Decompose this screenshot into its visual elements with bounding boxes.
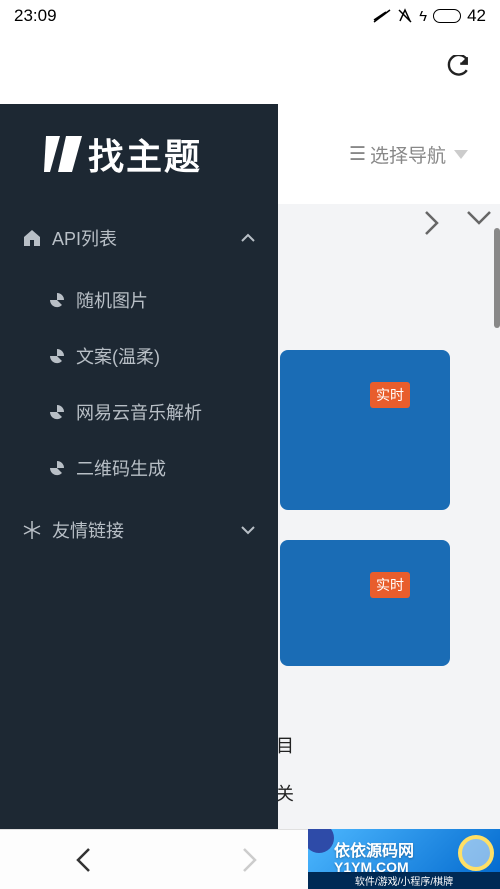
logo-text: 找主题 (88, 128, 202, 180)
menu-label: API列表 (52, 225, 230, 251)
ad-decoration (308, 829, 334, 853)
forward-button[interactable] (230, 840, 270, 880)
partial-text: 目 (276, 732, 294, 758)
chevron-down-icon (240, 522, 256, 538)
scrollbar-thumb[interactable] (494, 228, 500, 328)
status-time: 23:09 (14, 6, 57, 26)
status-bar: 23:09 ϟ 42 (0, 0, 500, 32)
nav-select-label[interactable]: 选择导航 (370, 141, 446, 168)
no-sim-icon (397, 8, 413, 24)
sidebar-subitem-netease-music[interactable]: 网易云音乐解析 (0, 384, 278, 440)
home-icon (22, 228, 42, 248)
sidebar-item-friendly-links[interactable]: 友情链接 (0, 496, 278, 564)
battery-icon (433, 9, 461, 23)
chevron-right-icon[interactable] (424, 210, 440, 236)
charging-icon: ϟ (419, 8, 427, 25)
magnifier-icon (458, 835, 494, 871)
refresh-icon[interactable] (444, 55, 470, 81)
realtime-badge: 实时 (370, 382, 410, 408)
submenu-label: 随机图片 (76, 287, 148, 313)
sidebar-item-api-list[interactable]: API列表 (0, 204, 278, 272)
sidebar: 找主题 API列表 随机图片 文案(温柔) 网易云音乐解析 二维码生成 友情链接 (0, 104, 278, 829)
partial-text: 关 (276, 780, 294, 806)
content-card[interactable]: 实时 (280, 540, 450, 666)
dashboard-icon (48, 459, 66, 477)
chevron-down-icon[interactable] (466, 210, 492, 226)
sidebar-subitem-random-image[interactable]: 随机图片 (0, 272, 278, 328)
dashboard-icon (48, 291, 66, 309)
menu-label: 友情链接 (52, 517, 230, 543)
submenu-label: 网易云音乐解析 (76, 399, 202, 425)
dashboard-icon (48, 347, 66, 365)
ad-url: Y1YM.COM (334, 860, 414, 875)
ad-banner[interactable]: 依依源码网 Y1YM.COM 软件/游戏/小程序/棋牌 (308, 829, 500, 889)
sidebar-logo[interactable]: 找主题 (0, 104, 278, 204)
realtime-badge: 实时 (370, 572, 410, 598)
dashboard-icon (48, 403, 66, 421)
logo-icon (40, 130, 88, 178)
signal-icon (373, 9, 391, 23)
snowflake-icon (22, 520, 42, 540)
submenu-label: 二维码生成 (76, 455, 166, 481)
ad-text: 依依源码网 Y1YM.COM (334, 843, 414, 876)
battery-level: 42 (467, 6, 486, 26)
submenu-label: 文案(温柔) (76, 343, 160, 369)
browser-toolbar (0, 32, 500, 104)
chevron-down-icon (454, 150, 468, 159)
content-card[interactable]: 实时 (280, 350, 450, 510)
ad-title: 依依源码网 (334, 843, 414, 861)
chevron-up-icon (240, 230, 256, 246)
list-icon: ☰ (349, 143, 366, 166)
sidebar-subitem-qrcode[interactable]: 二维码生成 (0, 440, 278, 496)
nav-arrows (424, 210, 492, 236)
sidebar-subitem-copywriting[interactable]: 文案(温柔) (0, 328, 278, 384)
status-right: ϟ 42 (373, 6, 486, 26)
back-button[interactable] (63, 840, 103, 880)
